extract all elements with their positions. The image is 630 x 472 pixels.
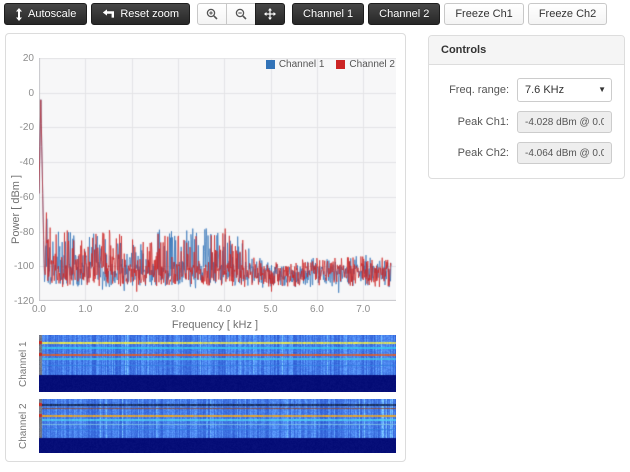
channel-2-toggle-label: Channel 2 [379,8,430,20]
x-tick-label: 5.0 [263,304,278,315]
y-tick-label: 20 [22,53,34,64]
legend-label-channel-1: Channel 1 [278,59,325,70]
zoom-pan-group [197,3,286,25]
legend-label-channel-2: Channel 2 [349,59,395,70]
spectrogram-label-channel-1: Channel 1 [18,340,29,387]
y-tick-label: -100 [13,261,34,273]
peak-ch1-label: Peak Ch1: [457,116,509,128]
zoom-out-icon [235,8,247,20]
spectrogram-canvas-channel-1 [39,335,396,392]
legend: Channel 1 Channel 2 [265,59,395,70]
autoscale-label: Autoscale [28,8,77,20]
pan-button[interactable] [255,3,286,25]
reset-zoom-label: Reset zoom [120,8,180,20]
spectrogram-label-channel-2: Channel 2 [18,403,29,449]
channel-1-toggle[interactable]: Channel 1 [292,3,365,25]
reset-zoom-icon [102,8,115,20]
y-tick-label: -60 [19,191,34,203]
toolbar: Autoscale Reset zoom Channel 1 Channel 2… [4,3,608,25]
autoscale-button[interactable]: Autoscale [4,3,88,25]
legend-item-channel-2: Channel 2 [336,59,395,70]
resize-vertical-icon [15,7,23,21]
y-tick-label: 0 [28,87,34,99]
channel-2-swatch [336,60,346,69]
channel-2-toggle[interactable]: Channel 2 [368,3,441,25]
x-tick-label: 3.0 [170,304,185,315]
peak-ch2-value [517,142,612,164]
channel-1-toggle-label: Channel 1 [303,8,354,20]
controls-panel-title: Controls [429,36,624,65]
y-tick-label: -40 [19,157,34,169]
x-tick-label: 7.0 [356,304,371,315]
freq-range-select[interactable]: 7.6 KHz [517,78,612,102]
freeze-ch1-toggle[interactable]: Freeze Ch1 [444,3,524,25]
controls-body: Freq. range: 7.6 KHz ▼ Peak Ch1: Peak Ch… [429,65,624,178]
controls-panel: Controls Freq. range: 7.6 KHz ▼ Peak Ch1… [428,35,625,179]
zoom-in-button[interactable] [197,3,228,25]
peak-ch1-value [517,111,612,133]
y-tick-label: -20 [19,122,34,134]
y-tick-label: -80 [19,226,34,238]
zoom-out-button[interactable] [226,3,257,25]
spectrum-analyzer-app: Autoscale Reset zoom Channel 1 Channel 2… [0,0,630,472]
freeze-ch2-label: Freeze Ch2 [538,8,597,20]
x-tick-label: 6.0 [309,304,324,315]
freq-range-select-wrap: 7.6 KHz ▼ [517,78,612,102]
reset-zoom-button[interactable]: Reset zoom [91,3,191,25]
freeze-ch1-label: Freeze Ch1 [455,8,513,20]
freeze-ch2-toggle[interactable]: Freeze Ch2 [527,3,608,25]
x-tick-label: 2.0 [124,304,139,315]
x-axis-title: Frequency [ kHz ] [171,319,259,331]
peak-ch2-label: Peak Ch2: [457,147,509,159]
legend-item-channel-1: Channel 1 [265,59,325,70]
channel-1-swatch [265,60,275,69]
spectrum-plot-canvas[interactable] [39,58,396,301]
move-icon [264,8,277,20]
freq-range-label: Freq. range: [449,84,509,96]
x-tick-label: 4.0 [217,304,232,315]
x-tick-label: 1.0 [78,304,93,315]
zoom-in-icon [206,8,218,20]
spectrogram-canvas-channel-2 [39,399,396,453]
plot-panel: Power [ dBm ] Channel 1 Channel 2 Freque… [5,33,406,462]
x-tick-label: 0.0 [32,304,46,315]
